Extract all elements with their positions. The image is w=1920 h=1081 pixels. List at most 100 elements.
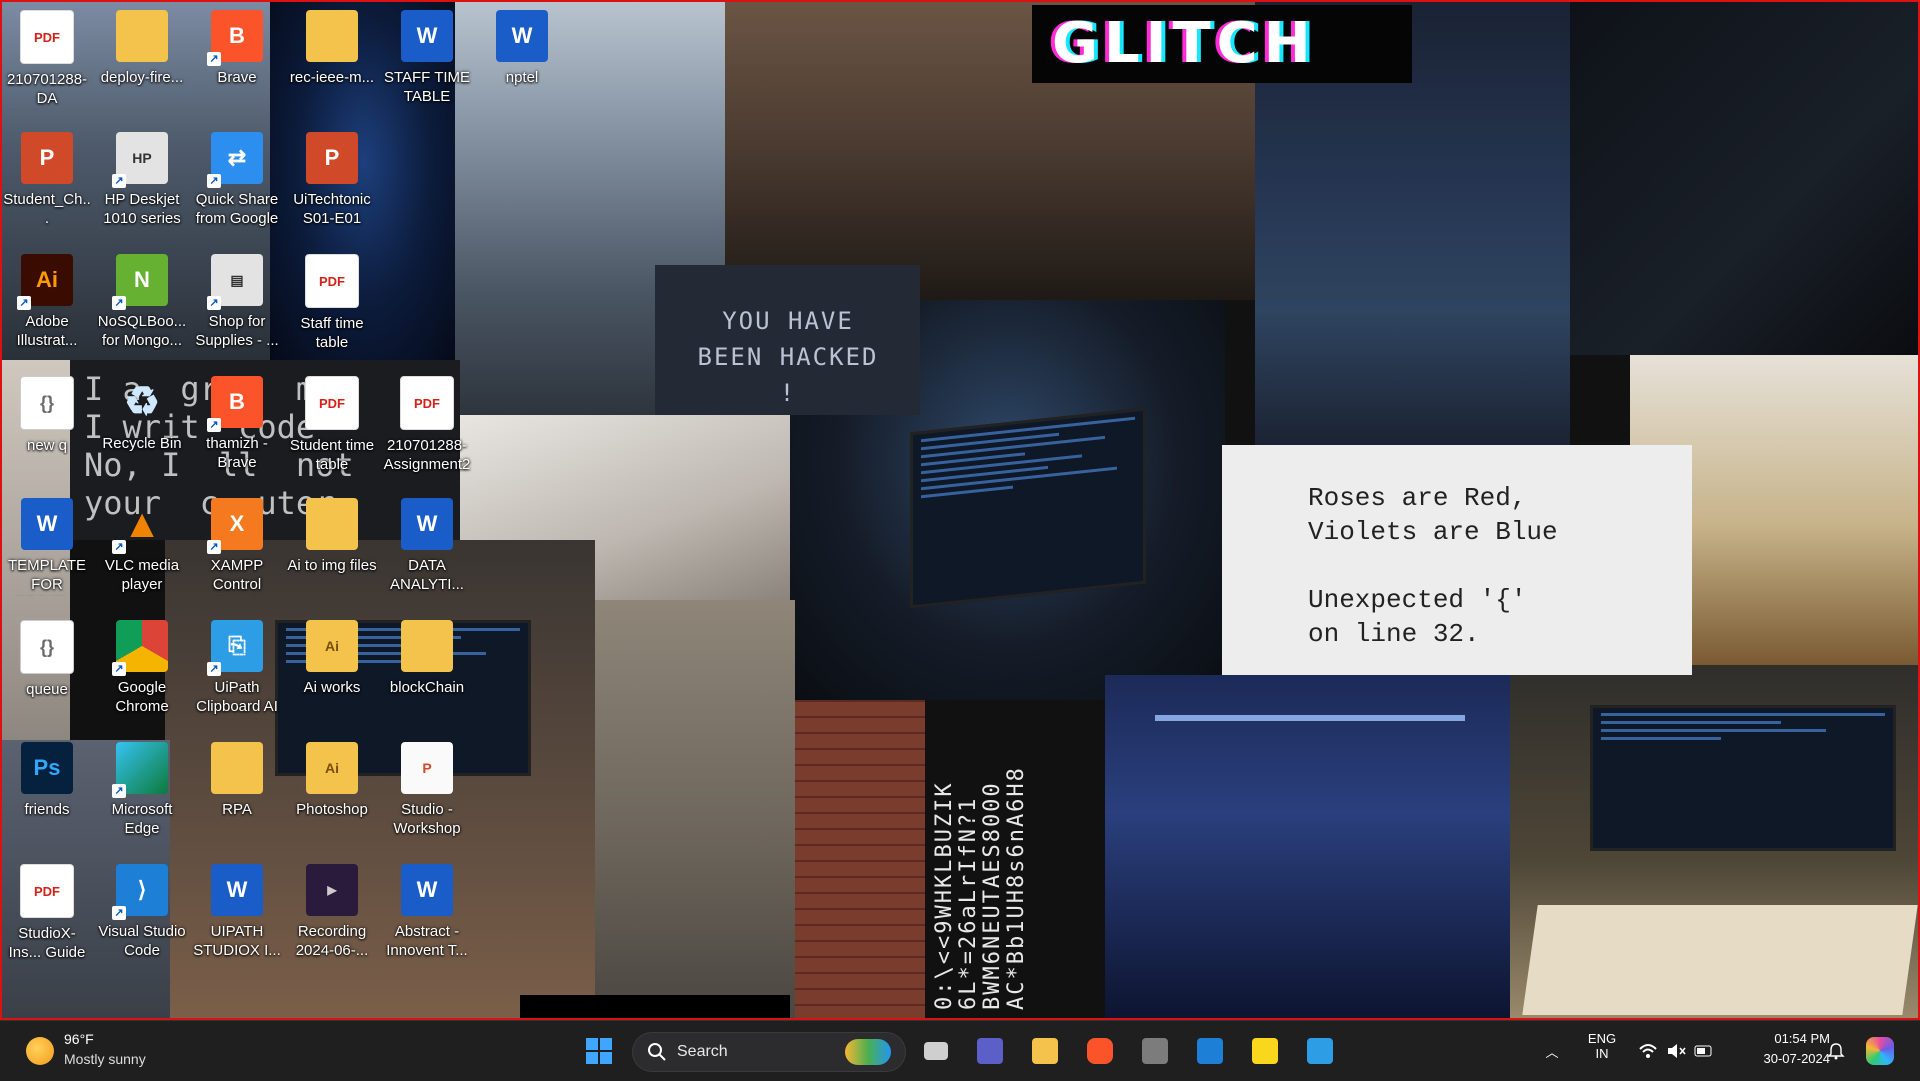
desktop-icon[interactable]: PDF StudioX-Ins... Guide [2,856,92,974]
show-hidden-icons-button[interactable]: ︿ [1540,1031,1564,1071]
uipath-taskbar-button[interactable] [1298,1031,1342,1071]
vscode-taskbar-button[interactable] [1188,1031,1232,1071]
desktop-icon[interactable]: W STAFF TIME TABLE [382,2,472,120]
desktop-icon-label: STAFF TIME TABLE [383,69,471,105]
volume-muted-icon[interactable] [1664,1031,1688,1071]
desktop-icon[interactable]: W DATA ANALYTI... [382,490,472,608]
battery-icon[interactable] [1692,1031,1716,1071]
vscode-icon [1197,1038,1223,1064]
copilot-button[interactable] [1862,1031,1898,1071]
desktop-icon[interactable]: ⎘ ↗ UiPath Clipboard AI [192,612,282,730]
desktop-icon[interactable]: ⟩ ↗ Visual Studio Code [97,856,187,974]
desktop-icon-label: Adobe Illustrat... [16,313,78,349]
shortcut-arrow-icon: ↗ [207,174,221,188]
desktop-icon-label: Shop for Supplies - ... [195,313,279,349]
desktop-icon[interactable]: RPA [192,734,282,852]
brave-icon: B ↗ [207,10,263,66]
desktop-icon[interactable]: P Studio - Workshop [382,734,472,852]
clock-time[interactable]: 01:54 PM [1774,1031,1830,1046]
word-icon: W [401,10,453,62]
sticky-notes-button[interactable] [1243,1031,1287,1071]
wallpaper-glitch-tile: GLITCH [1032,5,1412,83]
desktop-icon-label: Visual Studio Code [98,923,186,959]
desktop-icon[interactable]: Wnptel [477,2,567,120]
weather-widget[interactable] [24,1031,56,1071]
desktop-icon[interactable]: PDF Staff time table [287,246,377,364]
desktop-icon[interactable]: ↗ Google Chrome [97,612,187,730]
desktop-icon[interactable]: PDF 210701288-DA Assignment [2,2,92,120]
desktop-icon[interactable]: HP ↗ HP Deskjet 1010 series [97,124,187,242]
desktop-icon[interactable]: {} new q [2,368,92,486]
pdf-icon: PDF [20,10,74,64]
desktop-icon-label: blockChain [389,679,465,696]
shortcut-arrow-icon: ↗ [112,662,126,676]
desktop-icon-label: Recycle Bin [102,435,182,452]
weather-condition[interactable]: Mostly sunny [64,1051,146,1067]
notification-bell-icon[interactable] [1824,1031,1848,1071]
desktop-icon[interactable]: X↗XAMPP Control Panel [192,490,282,608]
copilot-icon [1866,1037,1894,1065]
desktop-icon[interactable]: ↗ Microsoft Edge [97,734,187,852]
shortcut-arrow-icon: ↗ [207,52,221,66]
shortcut-arrow-icon: ↗ [112,906,126,920]
desktop-icon[interactable]: rec-ieee-m... [287,2,377,120]
desktop-icon[interactable]: ⇄ ↗ Quick Share from Google [192,124,282,242]
desktop-icon[interactable]: PDF 210701288-Assignment2 [382,368,472,486]
task-view-button[interactable] [914,1031,958,1071]
vmware-button[interactable] [1133,1031,1177,1071]
wifi-icon[interactable] [1636,1031,1660,1071]
desktop-icon[interactable]: W UIPATH STUDIOX I... [192,856,282,974]
desktop-icon-label: Photoshop [296,801,368,818]
desktop[interactable]: 0:\<<9WHKLBUZIK 6L*=26aLrIfN?1 BWM6NEUTA… [0,0,1920,1020]
pdf-icon: PDF [305,254,359,308]
desktop-icon[interactable]: Ai to img files [287,490,377,608]
desktop-icon[interactable]: deploy-fire... [97,2,187,120]
desktop-icon[interactable]: {} queue [2,612,92,730]
desktop-icon[interactable]: B ↗ Brave [192,2,282,120]
desktop-icon-label: StudioX-Ins... Guide [8,925,86,961]
desktop-icon[interactable]: Ai ↗ Adobe Illustrat... [2,246,92,364]
xampp-icon: X ↗ [207,498,263,554]
vlc-icon: ▲ ↗ [112,498,168,554]
desktop-icon-label: HP Deskjet 1010 series [103,191,181,227]
task-view-icon [924,1042,948,1060]
recycle-bin-icon: ♻ [124,380,160,424]
word-icon: W [401,864,453,916]
matrix-text: 0:\<<9WHKLBUZIK 6L*=26aLrIfN?1 BWM6NEUTA… [932,766,1029,1010]
desktop-icon[interactable]: blockChain [382,612,472,730]
desktop-icon[interactable]: Ai Ai works [287,612,377,730]
start-button[interactable] [577,1031,621,1071]
teams-icon [977,1038,1003,1064]
taskbar: 96°F Mostly sunny Search ︿ ENG IN 01:54 … [0,1020,1920,1081]
desktop-icon-label: Ai works [303,679,361,696]
desktop-icon[interactable]: W Abstract - Innovent T... [382,856,472,974]
language-indicator[interactable]: ENG IN [1584,1031,1620,1061]
desktop-icon[interactable]: Ps friends [2,734,92,852]
search-box[interactable]: Search [632,1032,906,1072]
desktop-icon[interactable]: P Student_Ch... [2,124,92,242]
file-explorer-button[interactable] [1023,1031,1067,1071]
teams-button[interactable] [968,1031,1012,1071]
desktop-icon[interactable]: N ↗ NoSQLBoo... for Mongo... [97,246,187,364]
shortcut-arrow-icon: ↗ [17,296,31,310]
clock-date[interactable]: 30-07-2024 [1764,1051,1831,1066]
desktop-icon[interactable]: B ↗ thamizh - Brave [192,368,282,486]
desktop-icon[interactable]: ▤ ↗ Shop for Supplies - ... [192,246,282,364]
desktop-icon[interactable]: W TEMPLATE FOR PROJE... [2,490,92,608]
json-file-icon: {} [20,376,74,430]
desktop-icon[interactable]: PDF Student time table [287,368,377,486]
sun-icon [26,1037,54,1065]
wallpaper-building-tile [595,600,795,1020]
uipath-icon [1307,1038,1333,1064]
desktop-icon[interactable]: ♻ Recycle Bin [97,368,187,486]
desktop-icon[interactable]: ▶ Recording 2024-06-... [287,856,377,974]
brave-taskbar-button[interactable] [1078,1031,1122,1071]
powerpoint-icon: P [306,132,358,184]
desktop-icon[interactable]: ▲ ↗ VLC media player [97,490,187,608]
desktop-icon[interactable]: P UiTechtonic S01-E01 [287,124,377,242]
desktop-icon[interactable]: Ai Photoshop [287,734,377,852]
weather-temp[interactable]: 96°F [64,1031,94,1047]
search-highlight-icon [845,1039,891,1065]
folder-icon [306,498,358,550]
desktop-icon-label: Recording 2024-06-... [295,923,369,959]
